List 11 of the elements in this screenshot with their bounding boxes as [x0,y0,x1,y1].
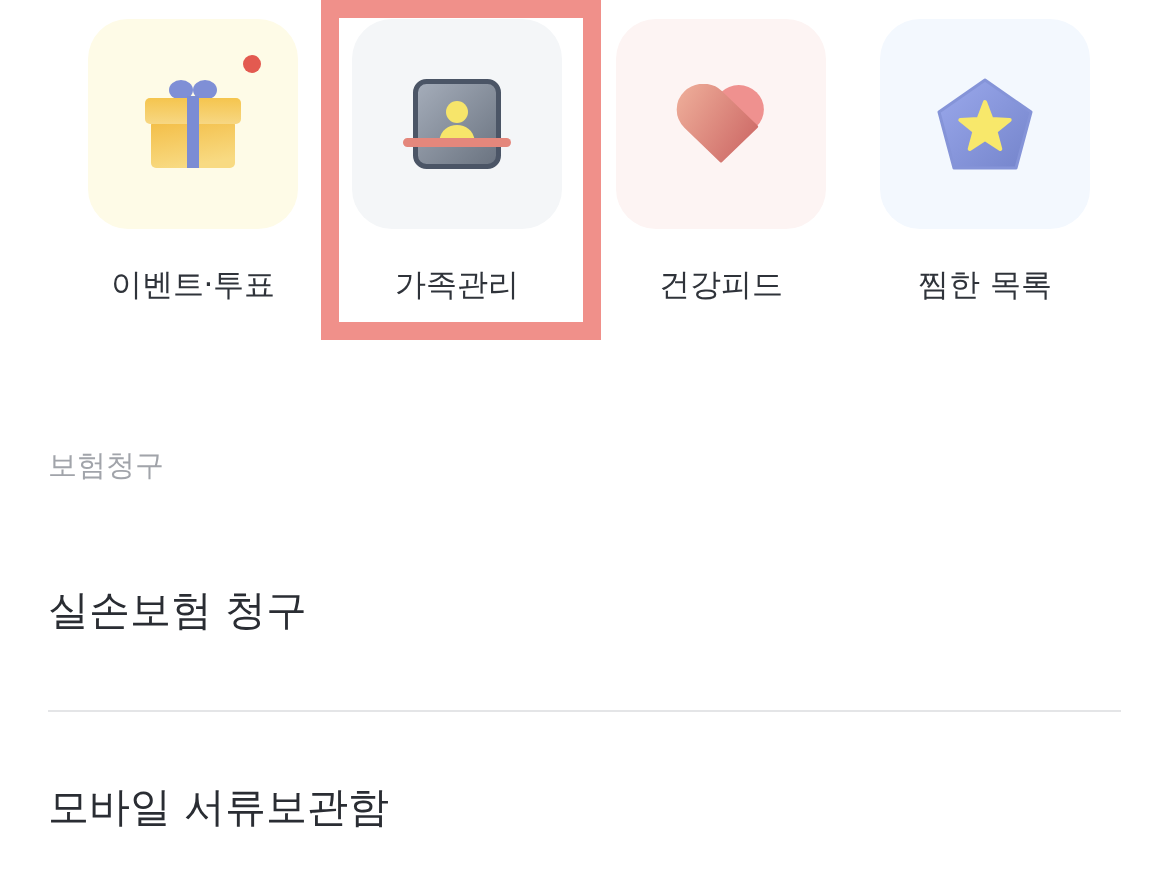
menu-item[interactable]: 모바일 서류보관함 [48,710,1121,842]
section-title: 보험청구 [48,447,165,484]
gift-icon [145,80,241,168]
shortcut-button[interactable]: 건강피드 [616,19,826,306]
pentagon-star-icon [937,78,1033,170]
id-card-icon [403,79,511,169]
shortcut-button[interactable]: 가족관리 [352,19,562,306]
shortcut-button[interactable]: 찜한 목록 [880,19,1090,306]
heart-icon [676,84,766,164]
shortcut-button[interactable]: 이벤트·투표 [88,19,298,306]
menu-item[interactable]: 실손보험 청구 [48,515,1121,710]
